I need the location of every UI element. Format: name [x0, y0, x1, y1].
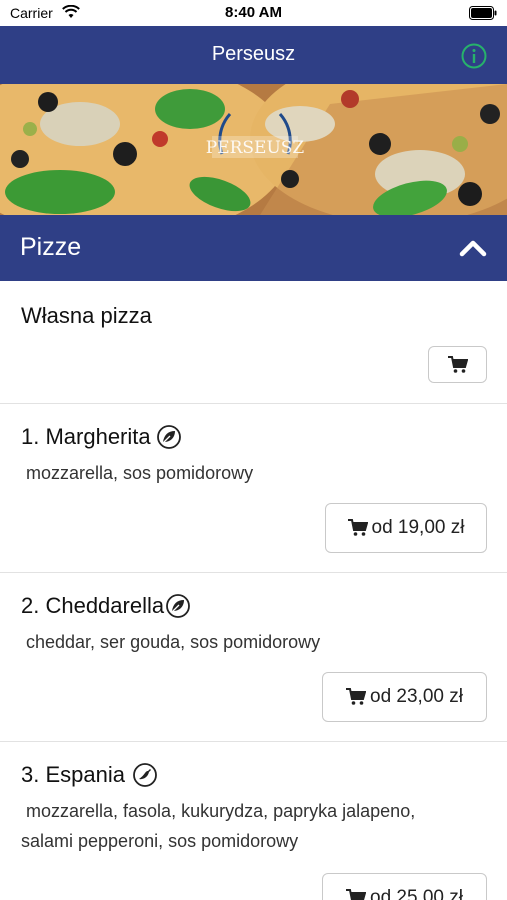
list-item: 1. Margherita mozzarella, sos pomidorowy…: [0, 404, 507, 573]
category-title: Pizze: [20, 233, 82, 261]
cart-icon: [346, 889, 367, 900]
battery-icon: [469, 6, 497, 20]
list-item: 3. Espania mozzarella, fasola, kukurydza…: [0, 742, 507, 900]
leaf-icon: [156, 425, 181, 449]
add-to-cart-button[interactable]: [428, 346, 487, 383]
add-to-cart-button[interactable]: od 19,00 zł: [325, 503, 487, 553]
cart-icon: [346, 688, 367, 705]
item-title-text: 2. Cheddarella: [21, 593, 165, 618]
add-to-cart-button[interactable]: od 23,00 zł: [322, 672, 487, 722]
leaf-icon: [166, 594, 191, 618]
add-to-cart-button[interactable]: od 25,00 zł: [322, 873, 487, 900]
logo-text: PERSEUSZ: [206, 138, 305, 158]
item-title-text: 1. Margherita: [21, 424, 151, 449]
cart-icon: [347, 519, 368, 536]
cart-icon: [447, 355, 468, 373]
status-bar: Carrier 8:40 AM: [0, 0, 507, 26]
item-title-row: 1. Margherita: [21, 424, 181, 450]
item-title-text: Własna pizza: [21, 303, 152, 328]
nav-title: Perseusz: [211, 43, 296, 65]
chili-icon: [133, 763, 157, 787]
item-title-row: 2. Cheddarella: [21, 593, 191, 619]
pizza-image: PERSEUSZ: [0, 84, 507, 215]
info-icon[interactable]: [461, 43, 487, 69]
nav-bar: Perseusz: [0, 26, 507, 84]
menu-list: Własna pizza 1. Margherita mozzarella, s…: [0, 281, 507, 900]
hero-banner: PERSEUSZ: [0, 84, 507, 215]
status-time: 8:40 AM: [225, 4, 282, 21]
list-item: 2. Cheddarella cheddar, ser gouda, sos p…: [0, 573, 507, 742]
price-label: od 23,00 zł: [370, 686, 463, 707]
price-label: od 25,00 zł: [370, 887, 463, 900]
item-title-text: 3. Espania: [21, 762, 125, 787]
chevron-up-icon[interactable]: [459, 237, 487, 259]
price-label: od 19,00 zł: [371, 517, 465, 538]
category-header[interactable]: Pizze: [0, 215, 507, 281]
list-item: Własna pizza: [0, 281, 507, 404]
item-description: cheddar, ser gouda, sos pomidorowy: [26, 632, 321, 652]
item-title-row: 3. Espania: [21, 762, 157, 788]
item-description: mozzarella, fasola, kukurydza, papryka j…: [21, 801, 416, 851]
item-description: mozzarella, sos pomidorowy: [26, 463, 254, 483]
item-title: Własna pizza: [21, 303, 152, 329]
